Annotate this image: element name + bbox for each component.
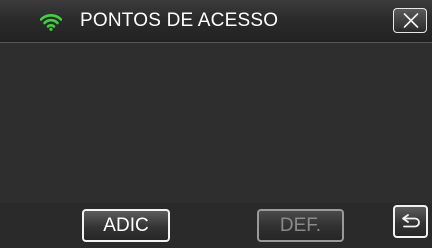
access-points-screen: PONTOS DE ACESSO ADIC DEF.	[0, 0, 432, 248]
wifi-icon	[39, 13, 63, 31]
footer-bar	[0, 203, 432, 248]
header-bar: PONTOS DE ACESSO	[0, 0, 432, 43]
close-button[interactable]	[393, 8, 427, 33]
add-button[interactable]: ADIC	[82, 209, 170, 242]
set-button[interactable]: DEF.	[257, 209, 344, 242]
back-button[interactable]	[393, 205, 428, 238]
access-point-list	[0, 43, 432, 203]
page-title: PONTOS DE ACESSO	[80, 10, 279, 31]
